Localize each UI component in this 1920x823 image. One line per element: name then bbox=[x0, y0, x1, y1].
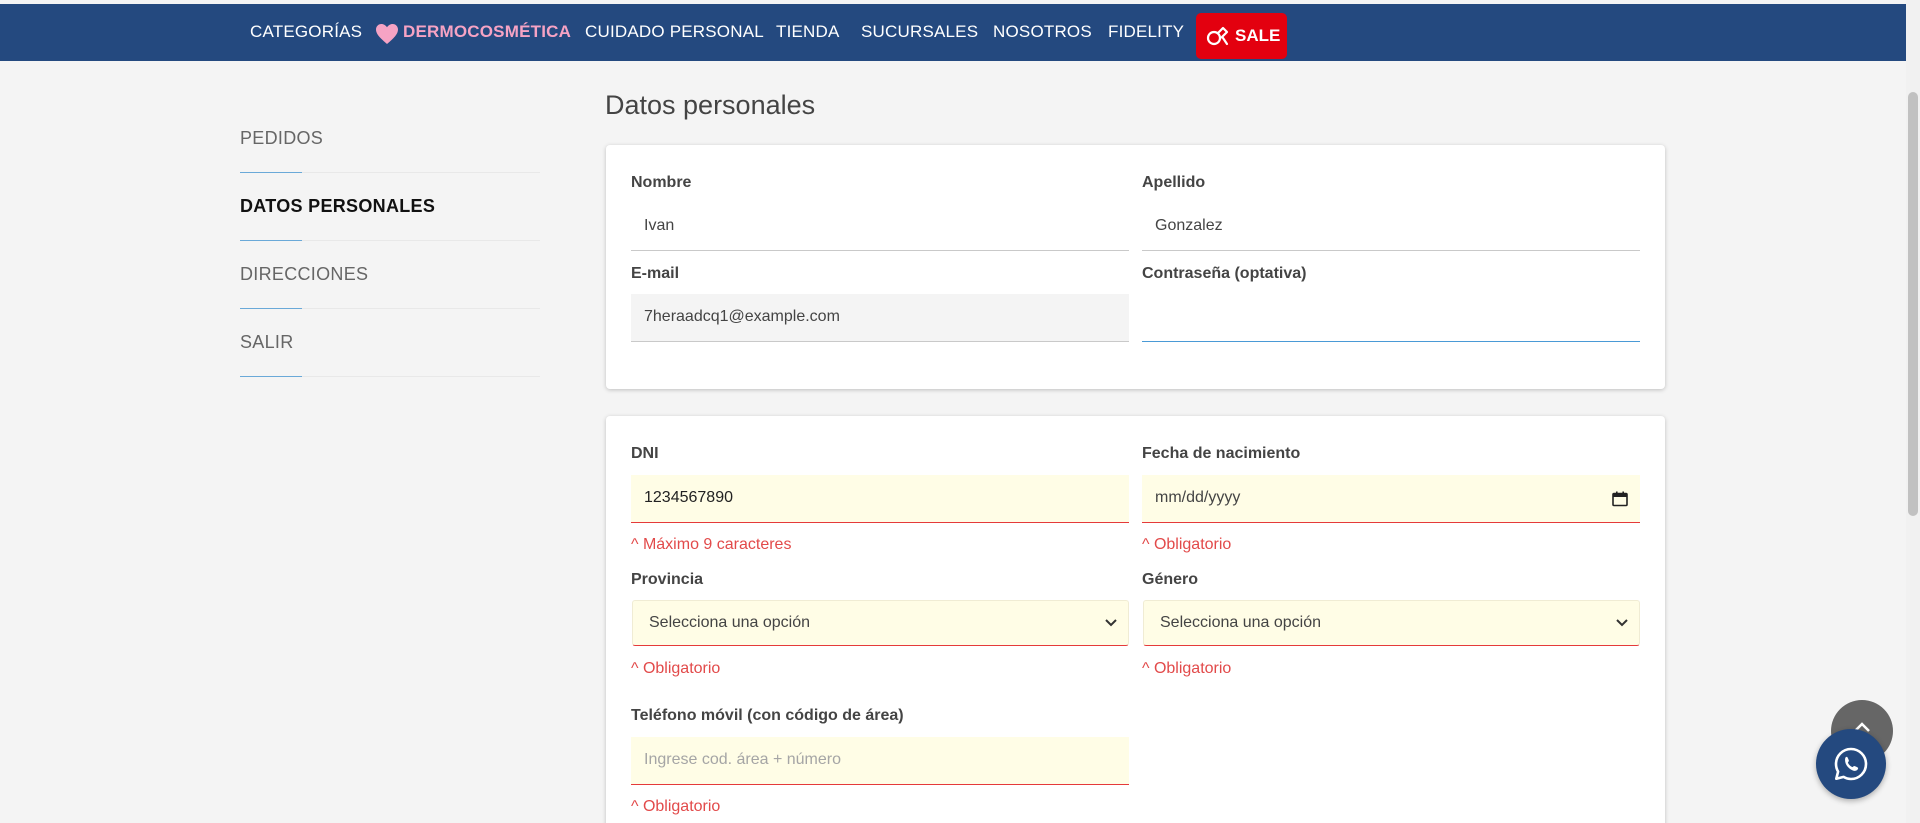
fecha-error: ^ Obligatorio bbox=[1142, 536, 1232, 553]
dni-label: DNI bbox=[631, 445, 659, 462]
nav-item-sucursales[interactable]: SUCURSALES bbox=[861, 22, 978, 42]
genero-error: ^ Obligatorio bbox=[1142, 660, 1232, 677]
sidebar-item-label: SALIR bbox=[240, 332, 294, 352]
password-field[interactable] bbox=[1142, 294, 1640, 342]
telefono-label: Teléfono móvil (con código de área) bbox=[631, 707, 904, 724]
nav-item-categorias[interactable]: CATEGORÍAS bbox=[250, 22, 362, 42]
sidebar-item-direcciones[interactable]: DIRECCIONES bbox=[240, 241, 540, 309]
nav-item-tienda[interactable]: TIENDA bbox=[776, 22, 840, 42]
genero-value: Selecciona una opción bbox=[1160, 614, 1322, 631]
nav-item-nosotros[interactable]: NOSOTROS bbox=[993, 22, 1092, 42]
scrollbar[interactable] bbox=[1906, 0, 1920, 823]
apellido-value: Gonzalez bbox=[1155, 217, 1223, 234]
fecha-nacimiento-field[interactable]: mm/dd/yyyy bbox=[1142, 475, 1640, 523]
page-title: Datos personales bbox=[605, 90, 816, 120]
nav-item-fidelity[interactable]: FIDELITY bbox=[1108, 22, 1184, 42]
sidebar-item-underline bbox=[240, 376, 302, 377]
fecha-placeholder: mm/dd/yyyy bbox=[1155, 489, 1241, 506]
telefono-error: ^ Obligatorio bbox=[631, 798, 721, 815]
nav-item-dermocosmetica[interactable]: DERMOCOSMÉTICA bbox=[403, 22, 571, 42]
provincia-select[interactable]: Selecciona una opción bbox=[632, 600, 1129, 646]
fecha-label: Fecha de nacimiento bbox=[1142, 445, 1301, 462]
provincia-value: Selecciona una opción bbox=[649, 614, 811, 631]
calendar-icon[interactable] bbox=[1612, 491, 1628, 507]
nav-item-cuidado-personal[interactable]: CUIDADO PERSONAL bbox=[585, 22, 764, 42]
email-field[interactable]: 7heraadcq1@example.com bbox=[631, 294, 1129, 342]
whatsapp-icon bbox=[1834, 747, 1868, 781]
dni-error: ^ Máximo 9 caracteres bbox=[631, 536, 792, 553]
dni-field[interactable]: 1234567890 bbox=[631, 475, 1129, 523]
sidebar-item-label: DIRECCIONES bbox=[240, 264, 369, 284]
whatsapp-button[interactable] bbox=[1816, 729, 1886, 799]
telefono-placeholder: Ingrese cod. área + número bbox=[644, 751, 842, 768]
telefono-field[interactable]: Ingrese cod. área + número bbox=[631, 737, 1129, 785]
sidebar-item-datos-personales[interactable]: DATOS PERSONALES bbox=[240, 173, 540, 241]
account-card: Nombre Ivan Apellido Gonzalez E-mail 7he… bbox=[606, 145, 1665, 389]
email-value: 7heraadcq1@example.com bbox=[644, 308, 840, 325]
heart-icon bbox=[376, 24, 398, 44]
provincia-label: Provincia bbox=[631, 571, 704, 588]
password-label: Contraseña (optativa) bbox=[1142, 265, 1307, 282]
sidebar-item-label: DATOS PERSONALES bbox=[240, 196, 436, 216]
chevron-down-icon bbox=[1616, 619, 1628, 627]
nombre-field[interactable]: Ivan bbox=[631, 203, 1129, 251]
sidebar-item-pedidos[interactable]: PEDIDOS bbox=[240, 105, 540, 173]
scrollbar-thumb[interactable] bbox=[1908, 92, 1918, 516]
sale-button[interactable]: SALE bbox=[1196, 13, 1287, 59]
sidebar-item-salir[interactable]: SALIR bbox=[240, 309, 540, 377]
chevron-down-icon bbox=[1105, 619, 1117, 627]
nombre-label: Nombre bbox=[631, 174, 692, 191]
genero-select[interactable]: Selecciona una opción bbox=[1143, 600, 1640, 646]
provincia-error: ^ Obligatorio bbox=[631, 660, 721, 677]
sale-tag-icon bbox=[1206, 26, 1229, 46]
sidebar-item-label: PEDIDOS bbox=[240, 128, 324, 148]
apellido-label: Apellido bbox=[1142, 174, 1206, 191]
sale-label: SALE bbox=[1235, 26, 1281, 45]
apellido-field[interactable]: Gonzalez bbox=[1142, 203, 1640, 251]
genero-label: Género bbox=[1142, 571, 1199, 588]
dni-value: 1234567890 bbox=[644, 489, 733, 506]
top-navigation: CATEGORÍAS DERMOCOSMÉTICA CUIDADO PERSON… bbox=[0, 4, 1906, 61]
nombre-value: Ivan bbox=[644, 217, 675, 234]
email-label: E-mail bbox=[631, 265, 680, 282]
personal-data-card: DNI 1234567890 ^ Máximo 9 caracteres Fec… bbox=[606, 416, 1665, 823]
